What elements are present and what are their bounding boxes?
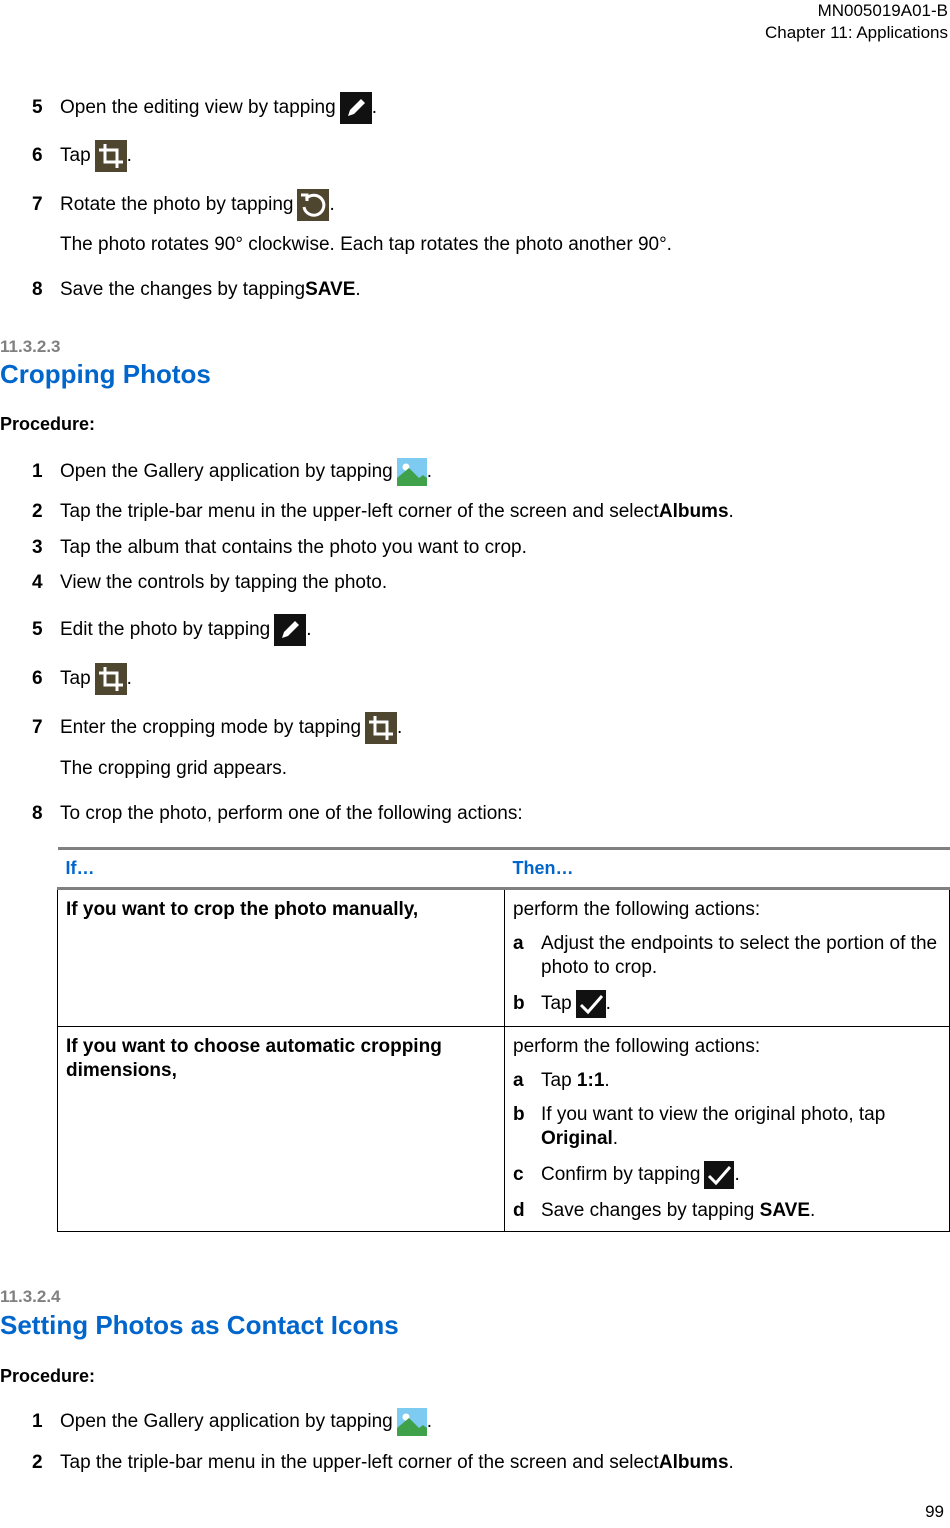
- page-number: 99: [925, 1502, 944, 1521]
- crop-icon: [365, 712, 398, 744]
- step-item: 2 Tap the triple-bar menu in the upper-l…: [32, 1452, 734, 1473]
- step-item: 4 View the controls by tapping the photo…: [32, 572, 388, 593]
- pencil-icon: [339, 92, 372, 124]
- checkmark-icon: [575, 990, 606, 1018]
- crop-icon: [94, 140, 127, 172]
- column-header-then: Then…: [504, 847, 950, 890]
- if-cell: If you want to crop the photo manually,: [57, 888, 505, 1027]
- section-number: 11.3.2.4: [0, 1287, 61, 1306]
- step-item: 1 Open the Gallery application by tappin…: [32, 1408, 432, 1436]
- table-row: If you want to choose automatic cropping…: [57, 1026, 950, 1232]
- step-item: 3 Tap the album that contains the photo …: [32, 537, 527, 558]
- action-item: c Confirm by tapping .: [513, 1161, 941, 1189]
- action-item: b Tap .: [513, 990, 941, 1018]
- action-item: a Adjust the endpoints to select the por…: [513, 933, 938, 978]
- step-item: 6 Tap .: [32, 140, 132, 172]
- step-item: 2 Tap the triple-bar menu in the upper-l…: [32, 501, 734, 522]
- step-item: 7 Enter the cropping mode by tapping .: [32, 712, 402, 744]
- table-row: If you want to crop the photo manually, …: [57, 888, 950, 1027]
- step-note: The cropping grid appears.: [60, 758, 288, 779]
- crop-icon: [94, 663, 127, 695]
- procedure-label: Procedure:: [0, 414, 96, 434]
- then-cell: perform the following actions: a Tap 1:1…: [504, 1026, 950, 1232]
- section-title: Cropping Photos: [0, 359, 211, 389]
- step-item: 8 To crop the photo, perform one of the …: [32, 803, 523, 824]
- column-header-if: If…: [57, 847, 505, 890]
- procedure-label: Procedure:: [0, 1366, 96, 1386]
- step-item: 1 Open the Gallery application by tappin…: [32, 458, 432, 486]
- page-header: MN005019A01-B Chapter 11: Applications: [765, 0, 948, 44]
- step-item: 6 Tap .: [32, 663, 132, 695]
- step-item: 5 Open the editing view by tapping .: [32, 92, 377, 124]
- if-then-table: If… Then… If you want to crop the photo …: [57, 847, 950, 1232]
- section-number: 11.3.2.3: [0, 337, 61, 356]
- if-cell: If you want to choose automatic cropping…: [57, 1026, 505, 1232]
- then-cell: perform the following actions: a Adjust …: [504, 888, 950, 1027]
- action-item: a Tap 1:1.: [513, 1070, 610, 1091]
- gallery-icon: [396, 1408, 427, 1436]
- action-item: b If you want to view the original photo…: [513, 1104, 886, 1149]
- chapter-title: Chapter 11: Applications: [764, 23, 948, 42]
- document-id: MN005019A01-B: [817, 1, 948, 20]
- step-item: 5 Edit the photo by tapping .: [32, 614, 312, 646]
- gallery-icon: [396, 458, 427, 486]
- step-item: 8 Save the changes by tapping SAVE.: [32, 279, 361, 300]
- pencil-icon: [274, 614, 307, 646]
- step-note: The photo rotates 90° clockwise. Each ta…: [60, 234, 672, 255]
- checkmark-icon: [704, 1161, 735, 1189]
- step-item: 7 Rotate the photo by tapping .: [32, 189, 335, 221]
- rotate-icon: [297, 189, 330, 221]
- section-title: Setting Photos as Contact Icons: [0, 1310, 399, 1340]
- action-item: d Save changes by tapping SAVE.: [513, 1200, 816, 1221]
